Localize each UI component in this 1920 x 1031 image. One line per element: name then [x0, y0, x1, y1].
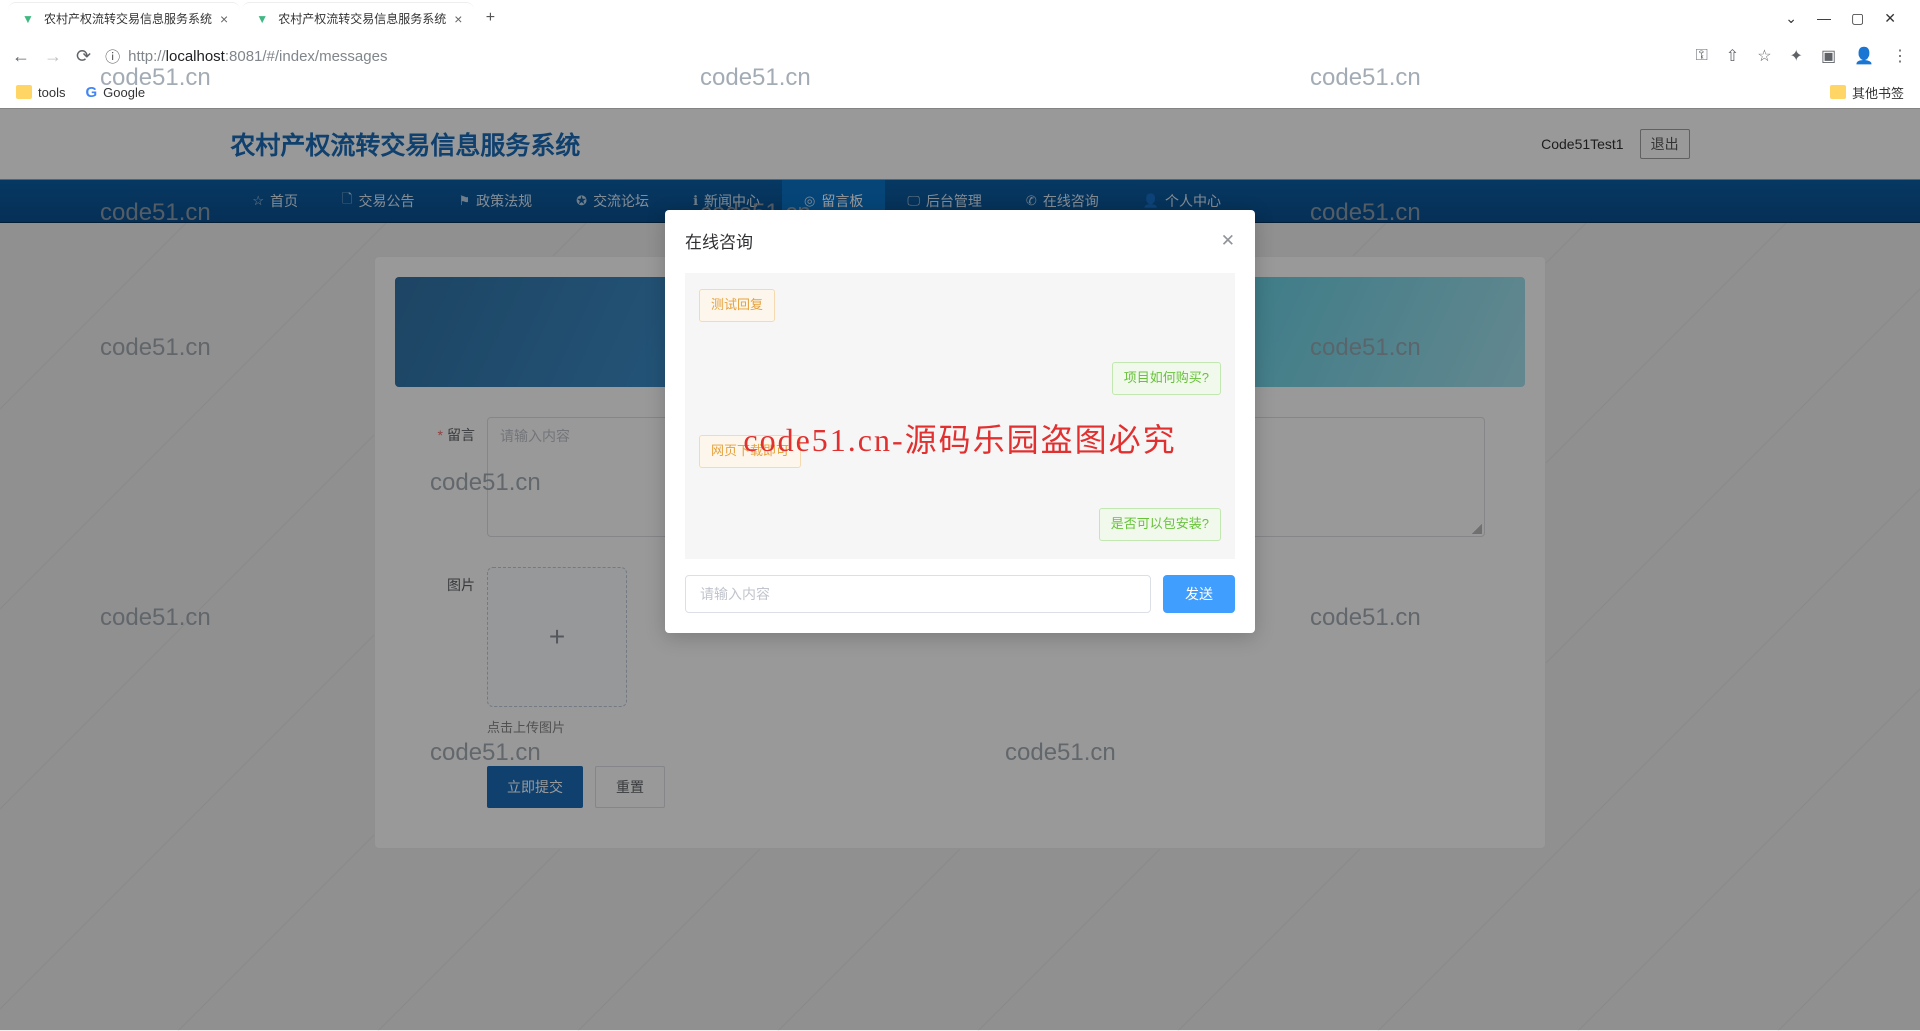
new-tab-button[interactable]: + [476, 4, 504, 32]
star-icon[interactable]: ☆ [1757, 46, 1771, 66]
key-icon[interactable]: ⚿ [1696, 47, 1708, 65]
browser-tab[interactable]: ▼ 农村产权流转交易信息服务系统 × [242, 2, 474, 34]
google-icon: G [85, 84, 97, 101]
folder-icon [16, 85, 32, 99]
chat-body[interactable]: 测试回复项目如何购买?网页下载即可是否可以包安装?详细咨询客服即可，在网页上找客… [685, 273, 1235, 559]
bookmark-google[interactable]: G Google [85, 84, 145, 101]
browser-chrome: ▼ 农村产权流转交易信息服务系统 × ▼ 农村产权流转交易信息服务系统 × + … [0, 0, 1920, 109]
tab-strip: ▼ 农村产权流转交易信息服务系统 × ▼ 农村产权流转交易信息服务系统 × + … [0, 0, 1920, 36]
share-icon[interactable]: ⇧ [1726, 46, 1739, 66]
bookmark-bar: tools G Google 其他书签 [0, 76, 1920, 108]
back-icon[interactable]: ← [12, 46, 30, 67]
tab-title: 农村产权流转交易信息服务系统 [278, 10, 446, 27]
menu-icon[interactable]: ⋮ [1892, 46, 1908, 66]
chat-dialog: 在线咨询 ✕ 测试回复项目如何购买?网页下载即可是否可以包安装?详细咨询客服即可… [665, 210, 1255, 633]
close-window-icon[interactable]: ✕ [1884, 10, 1896, 27]
forward-icon[interactable]: → [44, 46, 62, 67]
modal-overlay[interactable]: 在线咨询 ✕ 测试回复项目如何购买?网页下载即可是否可以包安装?详细咨询客服即可… [0, 108, 1920, 1030]
vue-favicon: ▼ [20, 11, 36, 27]
chat-input[interactable] [685, 575, 1151, 613]
folder-icon [1830, 85, 1846, 99]
minimize-icon[interactable]: — [1817, 10, 1831, 27]
tab-title: 农村产权流转交易信息服务系统 [44, 10, 212, 27]
side-panel-icon[interactable]: ▣ [1821, 46, 1836, 66]
window-controls: ⌄ — ▢ ✕ [1785, 10, 1912, 27]
chat-message-received: 测试回复 [699, 289, 775, 322]
vue-favicon: ▼ [254, 11, 270, 27]
address-bar: ← → ⟳ ⓘ http://localhost:8081/#/index/me… [0, 36, 1920, 76]
browser-tab[interactable]: ▼ 农村产权流转交易信息服务系统 × [8, 2, 240, 34]
reload-icon[interactable]: ⟳ [76, 46, 91, 67]
chat-message-sent: 是否可以包安装? [1099, 508, 1221, 541]
send-button[interactable]: 发送 [1163, 575, 1235, 613]
maximize-icon[interactable]: ▢ [1851, 10, 1864, 27]
site-info-icon[interactable]: ⓘ [105, 46, 120, 67]
bookmark-tools[interactable]: tools [16, 85, 65, 100]
close-icon[interactable]: ✕ [1221, 231, 1235, 251]
url-input[interactable]: ⓘ http://localhost:8081/#/index/messages [105, 46, 1682, 67]
profile-icon[interactable]: 👤 [1854, 46, 1874, 66]
chat-message-sent: 项目如何购买? [1112, 362, 1221, 395]
close-icon[interactable]: × [454, 11, 462, 27]
chat-message-received: 网页下载即可 [699, 435, 801, 468]
bookmark-other[interactable]: 其他书签 [1830, 83, 1904, 102]
dialog-title: 在线咨询 [685, 228, 753, 253]
extensions-icon[interactable]: ✦ [1790, 46, 1803, 66]
chevron-down-icon[interactable]: ⌄ [1785, 10, 1797, 27]
close-icon[interactable]: × [220, 11, 228, 27]
